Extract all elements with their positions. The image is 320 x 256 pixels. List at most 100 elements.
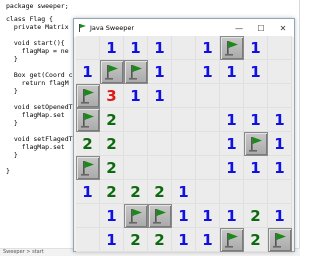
empty-cell[interactable] (196, 156, 220, 180)
minimize-button[interactable]: — (228, 19, 250, 37)
empty-cell[interactable] (172, 36, 196, 60)
number-cell[interactable]: 1 (268, 108, 292, 132)
number-cell[interactable]: 2 (244, 228, 268, 252)
empty-cell[interactable] (244, 180, 268, 204)
number-cell[interactable]: 1 (172, 228, 196, 252)
empty-cell[interactable] (220, 180, 244, 204)
close-button[interactable]: ✕ (272, 19, 294, 37)
flagged-cell[interactable] (76, 84, 100, 108)
number-cell[interactable]: 1 (220, 132, 244, 156)
empty-cell[interactable] (124, 132, 148, 156)
number-cell[interactable]: 1 (220, 204, 244, 228)
empty-cell[interactable] (148, 108, 172, 132)
number-cell[interactable]: 2 (76, 132, 100, 156)
empty-cell[interactable] (76, 204, 100, 228)
empty-cell[interactable] (172, 84, 196, 108)
number-cell[interactable]: 2 (244, 204, 268, 228)
flag-icon (79, 87, 97, 105)
empty-cell[interactable] (196, 84, 220, 108)
flag-icon (79, 159, 97, 177)
number-cell[interactable]: 1 (244, 36, 268, 60)
number-cell[interactable]: 1 (124, 36, 148, 60)
number-cell[interactable]: 1 (268, 156, 292, 180)
number-cell[interactable]: 1 (172, 180, 196, 204)
window-titlebar[interactable]: Java Sweeper — ☐ ✕ (74, 19, 294, 37)
code-line: package sweeper; (6, 2, 69, 10)
number-cell[interactable]: 1 (244, 60, 268, 84)
empty-cell[interactable] (76, 228, 100, 252)
number-cell[interactable]: 1 (172, 204, 196, 228)
number-cell[interactable]: 1 (244, 156, 268, 180)
number-cell[interactable]: 1 (100, 204, 124, 228)
number-cell[interactable]: 2 (124, 180, 148, 204)
number-cell[interactable]: 1 (76, 60, 100, 84)
empty-cell[interactable] (172, 60, 196, 84)
number-cell[interactable]: 1 (100, 36, 124, 60)
mine-count: 1 (226, 62, 237, 81)
number-cell[interactable]: 2 (100, 132, 124, 156)
number-cell[interactable]: 1 (196, 36, 220, 60)
number-cell[interactable]: 1 (196, 228, 220, 252)
mine-count: 1 (106, 38, 117, 57)
flagged-cell[interactable] (124, 60, 148, 84)
number-cell[interactable]: 2 (124, 228, 148, 252)
flag-icon (79, 111, 97, 129)
number-cell[interactable]: 1 (220, 156, 244, 180)
mine-count: 1 (226, 206, 237, 225)
number-cell[interactable]: 1 (244, 108, 268, 132)
empty-cell[interactable] (196, 108, 220, 132)
empty-cell[interactable] (196, 180, 220, 204)
number-cell[interactable]: 2 (100, 156, 124, 180)
empty-cell[interactable] (268, 180, 292, 204)
code-line: flagMap.set (6, 143, 65, 151)
empty-cell[interactable] (268, 60, 292, 84)
number-cell[interactable]: 1 (196, 204, 220, 228)
empty-cell[interactable] (172, 108, 196, 132)
number-cell[interactable]: 1 (220, 60, 244, 84)
number-cell[interactable]: 1 (76, 180, 100, 204)
maximize-button[interactable]: ☐ (250, 19, 272, 37)
empty-cell[interactable] (172, 156, 196, 180)
empty-cell[interactable] (220, 84, 244, 108)
empty-cell[interactable] (196, 132, 220, 156)
number-cell[interactable]: 1 (268, 204, 292, 228)
empty-cell[interactable] (124, 156, 148, 180)
flagged-cell[interactable] (220, 228, 244, 252)
number-cell[interactable]: 2 (100, 180, 124, 204)
empty-cell[interactable] (244, 84, 268, 108)
mine-count: 1 (226, 110, 237, 129)
empty-cell[interactable] (124, 108, 148, 132)
flagged-cell[interactable] (244, 132, 268, 156)
mine-count: 2 (154, 230, 165, 249)
number-cell[interactable]: 3 (100, 84, 124, 108)
number-cell[interactable]: 2 (148, 228, 172, 252)
number-cell[interactable]: 1 (148, 84, 172, 108)
flagged-cell[interactable] (220, 36, 244, 60)
flagged-cell[interactable] (124, 204, 148, 228)
empty-cell[interactable] (268, 36, 292, 60)
flagged-cell[interactable] (100, 60, 124, 84)
empty-cell[interactable] (148, 156, 172, 180)
mine-count: 1 (106, 206, 117, 225)
code-line: } (6, 55, 18, 63)
flagged-cell[interactable] (268, 228, 292, 252)
empty-cell[interactable] (148, 132, 172, 156)
flagged-cell[interactable] (76, 108, 100, 132)
empty-cell[interactable] (268, 84, 292, 108)
number-cell[interactable]: 1 (100, 228, 124, 252)
number-cell[interactable]: 1 (124, 84, 148, 108)
empty-cell[interactable] (76, 36, 100, 60)
number-cell[interactable]: 2 (148, 180, 172, 204)
empty-cell[interactable] (172, 132, 196, 156)
flagged-cell[interactable] (76, 156, 100, 180)
number-cell[interactable]: 1 (268, 132, 292, 156)
flag-icon (127, 63, 145, 81)
number-cell[interactable]: 1 (196, 60, 220, 84)
flagged-cell[interactable] (148, 204, 172, 228)
number-cell[interactable]: 1 (148, 36, 172, 60)
mine-count: 1 (106, 230, 117, 249)
number-cell[interactable]: 2 (100, 108, 124, 132)
number-cell[interactable]: 1 (220, 108, 244, 132)
number-cell[interactable]: 1 (148, 60, 172, 84)
mine-count: 1 (82, 62, 93, 81)
